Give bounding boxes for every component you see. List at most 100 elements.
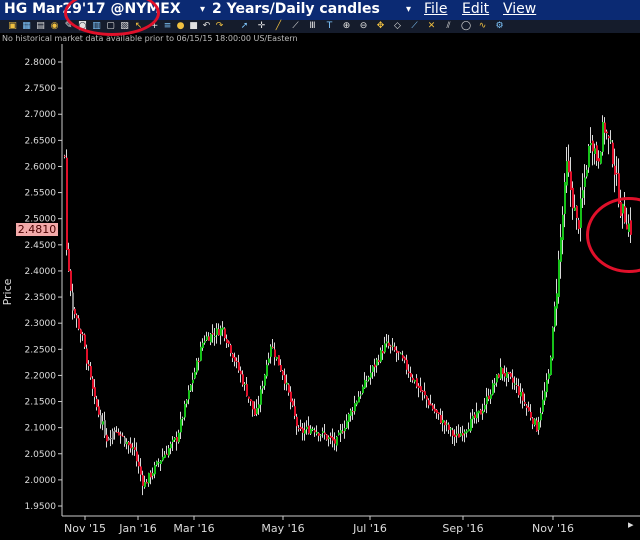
candle-body	[184, 403, 186, 418]
candle-body	[404, 357, 406, 361]
candle-body	[580, 198, 582, 228]
candle-body	[488, 395, 490, 400]
candle-body	[320, 434, 322, 436]
candle-body	[478, 410, 480, 414]
zoom-icon[interactable]: ◉	[50, 22, 59, 31]
candle-body	[250, 399, 252, 402]
candle-body	[100, 415, 102, 425]
undo-icon[interactable]: ↶	[202, 22, 211, 31]
line-icon[interactable]: ╱	[274, 22, 283, 31]
candle-body	[362, 386, 364, 394]
arrow-icon[interactable]: ➚	[240, 22, 249, 31]
candle-body	[194, 371, 196, 379]
y-tick-label: 2.8000	[25, 58, 57, 68]
candle-body	[540, 413, 542, 421]
candle-body	[154, 465, 156, 475]
candle-body	[612, 142, 614, 165]
candle-body	[406, 359, 408, 370]
bars-icon[interactable]: ≡	[163, 22, 172, 31]
square-icon[interactable]: ■	[189, 22, 198, 31]
candle-body	[378, 360, 380, 362]
y-tick-label: 2.3500	[25, 293, 57, 303]
pan-icon[interactable]: ✥	[376, 22, 385, 31]
text-icon[interactable]: T	[325, 22, 334, 31]
candle-body	[422, 390, 424, 393]
candle-body	[408, 371, 410, 374]
candle-body	[208, 336, 210, 341]
y-tick-label: 2.7500	[25, 84, 57, 94]
candle-body	[466, 430, 468, 433]
candle-body	[534, 419, 536, 426]
candle-body	[372, 366, 374, 372]
candle-body	[88, 364, 90, 366]
candle-body	[306, 426, 308, 430]
y-tick-label: 2.4500	[25, 241, 57, 251]
candle-body	[124, 437, 126, 444]
redo-icon[interactable]: ↷	[215, 22, 224, 31]
candle-body	[318, 433, 320, 436]
candle-body	[600, 151, 602, 164]
candle-body	[204, 340, 206, 343]
candle-body	[224, 328, 226, 339]
menu-edit[interactable]: Edit	[462, 1, 489, 17]
candle-body	[344, 428, 346, 432]
menu-file[interactable]: File	[424, 1, 447, 17]
candle-body	[446, 423, 448, 425]
candle-body	[330, 435, 332, 438]
circle-icon[interactable]: ●	[176, 22, 185, 31]
symbol-dropdown-icon[interactable]: ▾	[200, 4, 205, 15]
fib-icon[interactable]: Ⅲ	[308, 22, 317, 31]
curve-icon[interactable]: ∿	[478, 22, 487, 31]
candle-body	[374, 364, 376, 368]
candle-body	[230, 345, 232, 354]
period-label[interactable]: 2 Years/Daily candles	[212, 1, 380, 17]
candle-body	[192, 379, 194, 384]
candle-body	[528, 407, 530, 411]
shapes-icon[interactable]: ◇	[393, 22, 402, 31]
candle-body	[146, 481, 148, 484]
candle-body	[358, 396, 360, 403]
candle-body	[394, 346, 396, 351]
candle-body	[360, 394, 362, 396]
menu-view[interactable]: View	[503, 1, 536, 17]
candle-body	[570, 171, 572, 191]
last-price-marker: 2.4810	[16, 223, 58, 236]
open-icon[interactable]: ▣	[8, 22, 17, 31]
cross-icon[interactable]: ✕	[427, 22, 436, 31]
candle-body	[222, 327, 224, 330]
candle-body	[442, 419, 444, 424]
candle-body	[160, 460, 162, 464]
candle-body	[272, 346, 274, 348]
candle-body	[368, 377, 370, 380]
price-chart[interactable]: 2.80002.75002.70002.65002.60002.55002.50…	[0, 44, 640, 540]
candle-body	[424, 391, 426, 396]
candle-body	[282, 370, 284, 376]
candle-body	[462, 432, 464, 436]
zoom-out-icon[interactable]: ⊖	[359, 22, 368, 31]
candle-body	[246, 384, 248, 396]
candle-body	[186, 400, 188, 404]
trend-icon[interactable]: ⟋	[410, 22, 419, 31]
candle-body	[174, 437, 176, 441]
channel-icon[interactable]: ⫽	[444, 22, 453, 31]
candles-icon[interactable]: ▤	[36, 22, 45, 31]
x-tick-label: Sep '16	[442, 522, 483, 535]
period-dropdown-icon[interactable]: ▾	[406, 4, 411, 15]
candle-body	[68, 248, 70, 272]
ellipse-icon[interactable]: ◯	[461, 22, 471, 31]
candle-body	[304, 430, 306, 434]
candle-body	[604, 122, 606, 133]
candle-body	[274, 349, 276, 358]
grid-icon[interactable]: ▦	[22, 22, 31, 31]
candle-body	[280, 365, 282, 371]
candle-body	[138, 461, 140, 467]
candle-body	[228, 341, 230, 344]
ray-icon[interactable]: ⟋	[291, 22, 300, 31]
zoom-in-icon[interactable]: ⊕	[342, 22, 351, 31]
candle-body	[414, 379, 416, 382]
candle-body	[310, 428, 312, 434]
crosshair-icon[interactable]: ✛	[257, 22, 266, 31]
settings-icon[interactable]: ⚙	[495, 22, 504, 31]
candle-body	[438, 412, 440, 415]
candle-body	[226, 339, 228, 344]
